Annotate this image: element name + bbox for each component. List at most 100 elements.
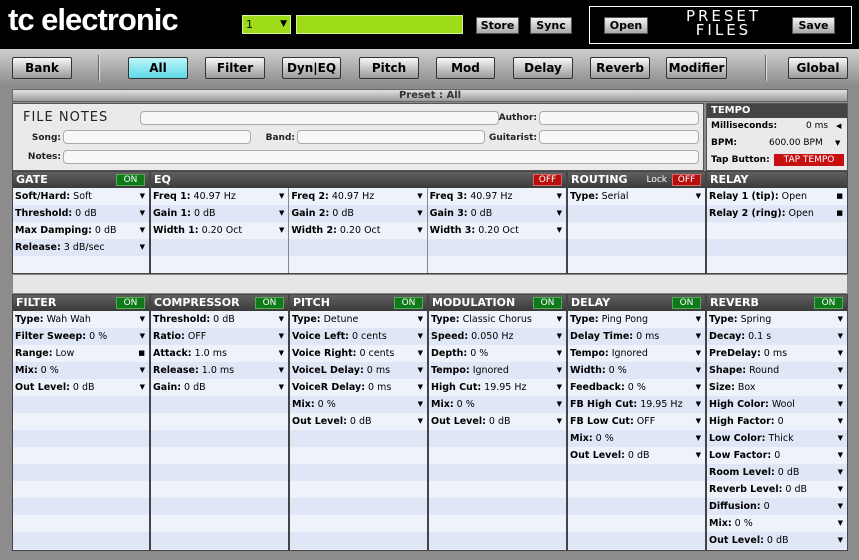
nav-filter-tab[interactable]: Filter bbox=[205, 57, 265, 79]
pitch-rows-row[interactable]: Out Level: 0 dB ▼ bbox=[290, 413, 427, 430]
author-field[interactable] bbox=[539, 111, 699, 125]
param-value[interactable]: 0 % bbox=[457, 399, 475, 410]
param-value[interactable]: 0.20 Oct bbox=[478, 225, 519, 236]
param-value[interactable]: Classic Chorus bbox=[463, 314, 532, 325]
sync-button[interactable]: Sync bbox=[530, 17, 572, 34]
param-value[interactable]: 19.95 Hz bbox=[640, 399, 682, 410]
param-value[interactable]: Wool bbox=[772, 399, 795, 410]
filter-rows-row[interactable]: Range: Low ■ bbox=[13, 345, 149, 362]
eq-cols-1-row[interactable]: Gain 2: 0 dB ▼ bbox=[289, 205, 427, 222]
modulation-rows-row[interactable]: High Cut: 19.95 Hz ▼ bbox=[429, 379, 566, 396]
filter-rows-row[interactable]: Type: Wah Wah ▼ bbox=[13, 311, 149, 328]
param-value[interactable]: 0 % bbox=[628, 382, 646, 393]
pitch-rows-row[interactable]: Type: Detune ▼ bbox=[290, 311, 427, 328]
param-value[interactable]: 0 % bbox=[609, 365, 627, 376]
param-value[interactable]: 0 dB bbox=[95, 225, 117, 236]
compressor-rows-row[interactable]: Attack: 1.0 ms ▼ bbox=[151, 345, 288, 362]
param-value[interactable]: Serial bbox=[602, 191, 629, 202]
ms-value[interactable]: 0 ms bbox=[806, 118, 828, 135]
delay-rows-row[interactable]: FB High Cut: 19.95 Hz ▼ bbox=[568, 396, 705, 413]
eq-toggle[interactable]: OFF bbox=[533, 174, 562, 186]
param-value[interactable]: 0.20 Oct bbox=[202, 225, 243, 236]
compressor-toggle[interactable]: ON bbox=[255, 297, 284, 309]
param-value[interactable]: Spring bbox=[741, 314, 772, 325]
param-value[interactable]: 0 bbox=[778, 416, 784, 427]
modulation-rows-row[interactable]: Out Level: 0 dB ▼ bbox=[429, 413, 566, 430]
reverb-rows-row[interactable]: Type: Spring ▼ bbox=[707, 311, 847, 328]
eq-cols-1-row[interactable]: Freq 2: 40.97 Hz ▼ bbox=[289, 188, 426, 205]
param-value[interactable]: 0 dB bbox=[194, 208, 216, 219]
title-field[interactable] bbox=[140, 111, 499, 125]
param-value[interactable]: 0 dB bbox=[767, 535, 789, 546]
delay-rows-row[interactable]: FB Low Cut: OFF ▼ bbox=[568, 413, 705, 430]
param-value[interactable]: 0.050 Hz bbox=[471, 331, 513, 342]
reverb-rows-row[interactable]: Room Level: 0 dB ▼ bbox=[707, 464, 847, 481]
delay-rows-row[interactable]: Type: Ping Pong ▼ bbox=[568, 311, 705, 328]
reverb-rows-row[interactable]: Size: Box ▼ bbox=[707, 379, 847, 396]
param-value[interactable]: 0 dB bbox=[778, 467, 800, 478]
reverb-rows-row[interactable]: Low Factor: 0 ▼ bbox=[707, 447, 847, 464]
delay-rows-row[interactable]: Delay Time: 0 ms ▼ bbox=[568, 328, 705, 345]
modulation-rows-row[interactable]: Mix: 0 % ▼ bbox=[429, 396, 566, 413]
nav-all-tab[interactable]: All bbox=[128, 57, 188, 79]
pitch-rows-row[interactable]: Mix: 0 % ▼ bbox=[290, 396, 427, 413]
nav-pitch-tab[interactable]: Pitch bbox=[359, 57, 419, 79]
reverb-rows-row[interactable]: High Factor: 0 ▼ bbox=[707, 413, 847, 430]
pitch-rows-row[interactable]: Voice Right: 0 cents ▼ bbox=[290, 345, 427, 362]
filter-rows-row[interactable]: Filter Sweep: 0 % ▼ bbox=[13, 328, 149, 345]
eq-cols-0-row[interactable]: Freq 1: 40.97 Hz ▼ bbox=[151, 188, 288, 205]
param-value[interactable]: 0 ms bbox=[368, 382, 391, 393]
compressor-rows-row[interactable]: Release: 1.0 ms ▼ bbox=[151, 362, 288, 379]
relay-rows-row[interactable]: Relay 1 (tip): Open ■ bbox=[707, 188, 847, 205]
reverb-rows-row[interactable]: Reverb Level: 0 dB ▼ bbox=[707, 481, 847, 498]
param-value[interactable]: 0 dB bbox=[213, 314, 235, 325]
eq-cols-2-row[interactable]: Width 3: 0.20 Oct ▼ bbox=[428, 222, 566, 239]
bpm-value[interactable]: 600.00 BPM bbox=[769, 135, 823, 152]
nav-bank-button[interactable]: Bank bbox=[12, 57, 72, 79]
relay-rows-row[interactable]: Relay 2 (ring): Open ■ bbox=[707, 205, 847, 222]
param-value[interactable]: 0 ms bbox=[367, 365, 390, 376]
band-field[interactable] bbox=[297, 130, 485, 144]
param-value[interactable]: OFF bbox=[637, 416, 655, 427]
param-value[interactable]: 0 dB bbox=[75, 208, 97, 219]
modulation-rows-row[interactable]: Depth: 0 % ▼ bbox=[429, 345, 566, 362]
preset-number-select[interactable]: 1 ▼ bbox=[242, 15, 291, 34]
param-value[interactable]: 0 % bbox=[41, 365, 59, 376]
param-value[interactable]: Soft bbox=[73, 191, 92, 202]
gate-rows-row[interactable]: Release: 3 dB/sec ▼ bbox=[13, 239, 149, 256]
param-value[interactable]: 0 dB bbox=[73, 382, 95, 393]
modulation-rows-row[interactable]: Speed: 0.050 Hz ▼ bbox=[429, 328, 566, 345]
param-value[interactable]: 40.97 Hz bbox=[332, 191, 374, 202]
delay-rows-row[interactable]: Width: 0 % ▼ bbox=[568, 362, 705, 379]
param-value[interactable]: 0.20 Oct bbox=[340, 225, 381, 236]
param-value[interactable]: 0 dB bbox=[785, 484, 807, 495]
param-value[interactable]: 3 dB/sec bbox=[64, 242, 105, 253]
param-value[interactable]: 0 cents bbox=[359, 348, 394, 359]
reverb-rows-row[interactable]: High Color: Wool ▼ bbox=[707, 396, 847, 413]
param-value[interactable]: 0.1 s bbox=[748, 331, 771, 342]
param-value[interactable]: Box bbox=[738, 382, 756, 393]
param-value[interactable]: Detune bbox=[324, 314, 359, 325]
reverb-rows-row[interactable]: PreDelay: 0 ms ▼ bbox=[707, 345, 847, 362]
eq-cols-1-row[interactable]: Width 2: 0.20 Oct ▼ bbox=[289, 222, 426, 239]
gate-rows-row[interactable]: Threshold: 0 dB ▼ bbox=[13, 205, 149, 222]
preset-name-field[interactable] bbox=[296, 15, 463, 34]
param-value[interactable]: 0 dB bbox=[184, 382, 206, 393]
param-value[interactable]: Low bbox=[56, 348, 75, 359]
routing-rows-row[interactable]: Type: Serial ▼ bbox=[568, 188, 705, 205]
reverb-toggle[interactable]: ON bbox=[814, 297, 843, 309]
param-value[interactable]: Ignored bbox=[612, 348, 648, 359]
param-value[interactable]: Wah Wah bbox=[47, 314, 91, 325]
open-button[interactable]: Open bbox=[604, 17, 648, 34]
param-value[interactable]: 40.97 Hz bbox=[194, 191, 236, 202]
modulation-rows-row[interactable]: Type: Classic Chorus ▼ bbox=[429, 311, 566, 328]
param-value[interactable]: 0 dB bbox=[628, 450, 650, 461]
filter-rows-row[interactable]: Out Level: 0 dB ▼ bbox=[13, 379, 149, 396]
compressor-rows-row[interactable]: Gain: 0 dB ▼ bbox=[151, 379, 288, 396]
param-value[interactable]: 0 % bbox=[470, 348, 488, 359]
gate-toggle[interactable]: ON bbox=[116, 174, 145, 186]
store-button[interactable]: Store bbox=[476, 17, 519, 34]
pitch-toggle[interactable]: ON bbox=[394, 297, 423, 309]
param-value[interactable]: 0 % bbox=[735, 518, 753, 529]
param-value[interactable]: 0 bbox=[774, 450, 780, 461]
